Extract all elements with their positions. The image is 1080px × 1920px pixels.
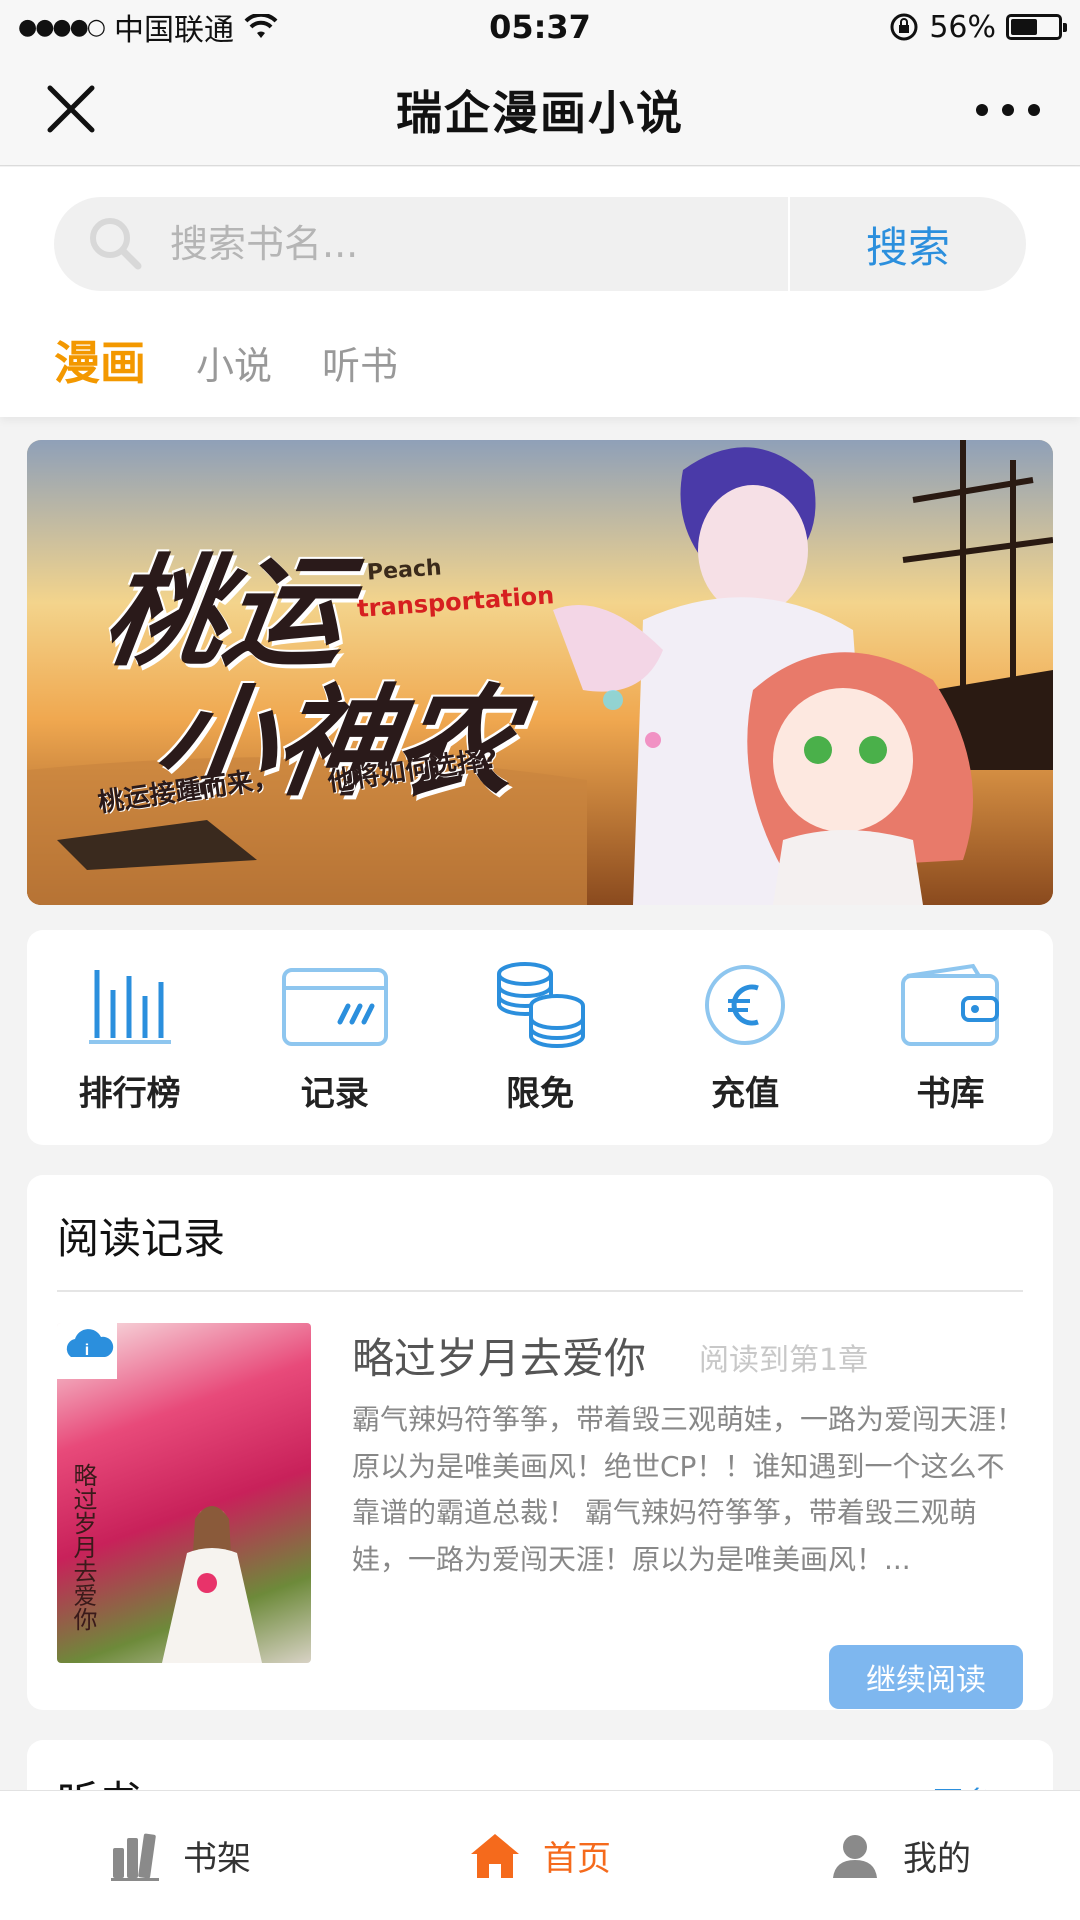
menu-label: 限免 (505, 1074, 574, 1114)
reading-record-card: 阅读记录 i 略过岁月去爱你 略过岁月去爱你 阅读到第1章 霸气辣妈符筝筝，带着… (27, 1175, 1053, 1710)
menu-library[interactable]: 书库 (860, 960, 1040, 1115)
tab-novels[interactable]: 小说 (196, 335, 272, 390)
card-icon (281, 968, 388, 1046)
cover-figure-illustration (162, 1506, 262, 1663)
close-icon[interactable] (42, 80, 102, 140)
rotation-lock-icon (890, 13, 918, 41)
battery-percent: 56% (929, 9, 996, 45)
tabbar-bookshelf[interactable]: 书架 (109, 1830, 251, 1882)
menu-label: 记录 (300, 1074, 369, 1114)
bottom-tab-bar: 书架 首页 我的 (0, 1790, 1080, 1920)
divider (57, 1290, 1023, 1292)
bookshelf-icon (111, 1833, 159, 1881)
continue-reading-button[interactable]: 继续阅读 (829, 1645, 1023, 1709)
battery-icon (1006, 14, 1067, 40)
status-left: ●●●●○ 中国联通 (18, 5, 278, 49)
tab-comics[interactable]: 漫画 (54, 327, 146, 393)
home-icon (471, 1833, 519, 1878)
reading-progress: 阅读到第1章 (699, 1343, 869, 1378)
menu-record[interactable]: 记录 (245, 960, 425, 1115)
category-tabs: 漫画 小说 听书 (54, 327, 398, 393)
nav-bar: 瑞企漫画小说 (0, 54, 1080, 166)
carrier-name: 中国联通 (113, 13, 234, 48)
book-description: 霸气辣妈符筝筝，带着毁三观萌娃，一路为爱闯天涯！原以为是唯美画风！绝世CP！！谁… (352, 1403, 1025, 1576)
menu-ranking[interactable]: 排行榜 (40, 960, 220, 1115)
book-title[interactable]: 略过岁月去爱你 (352, 1325, 646, 1386)
user-icon (833, 1834, 877, 1878)
banner-characters-illustration (553, 440, 1053, 905)
signal-strength: ●●●●○ (18, 14, 106, 40)
menu-label: 书库 (916, 1074, 985, 1114)
more-dot (1028, 104, 1040, 116)
tab-audiobooks[interactable]: 听书 (322, 335, 398, 390)
section-title: 阅读记录 (57, 1214, 226, 1263)
search-area: 搜索 漫画 小说 听书 (0, 167, 1080, 417)
page-title: 瑞企漫画小说 (396, 85, 684, 140)
status-right: 56% (889, 9, 1067, 45)
battery-level (1011, 19, 1037, 35)
tabbar-label: 书架 (183, 1839, 251, 1879)
search-button[interactable]: 搜索 (790, 214, 1026, 275)
tabbar-home[interactable]: 首页 (469, 1830, 611, 1882)
search-icon (90, 218, 142, 270)
publisher-logo-icon: i (57, 1323, 117, 1379)
menu-free[interactable]: 限免 (450, 960, 630, 1115)
cover-title: 略过岁月去爱你 (69, 1463, 97, 1631)
wifi-icon (244, 14, 278, 38)
banner-english-line1: Peach (366, 555, 443, 586)
bar-chart-icon (88, 970, 171, 1044)
promo-banner[interactable]: 桃运 小神农 Peach transportation 桃运接踵而来， 他将如何… (27, 440, 1053, 905)
menu-label: 排行榜 (78, 1074, 181, 1114)
wallet-icon (901, 963, 1000, 1046)
search-box: 搜索 (54, 197, 1026, 291)
more-dot (1002, 104, 1014, 116)
coins-icon (496, 962, 585, 1048)
tabbar-profile[interactable]: 我的 (829, 1830, 971, 1882)
status-bar: ●●●●○ 中国联通 05:37 56% (0, 0, 1080, 54)
quick-menu: 排行榜 记录 限免 充值 书库 (27, 930, 1053, 1145)
tabbar-label: 我的 (903, 1839, 971, 1879)
svg-text:i: i (85, 1342, 89, 1359)
euro-coin-icon (705, 965, 786, 1045)
book-cover[interactable]: i 略过岁月去爱你 (57, 1323, 311, 1663)
menu-recharge[interactable]: 充值 (655, 960, 835, 1115)
more-options-icon[interactable] (976, 80, 1040, 140)
tabbar-label: 首页 (543, 1839, 611, 1879)
more-dot (976, 104, 988, 116)
menu-label: 充值 (711, 1074, 780, 1114)
search-input[interactable] (168, 221, 788, 267)
